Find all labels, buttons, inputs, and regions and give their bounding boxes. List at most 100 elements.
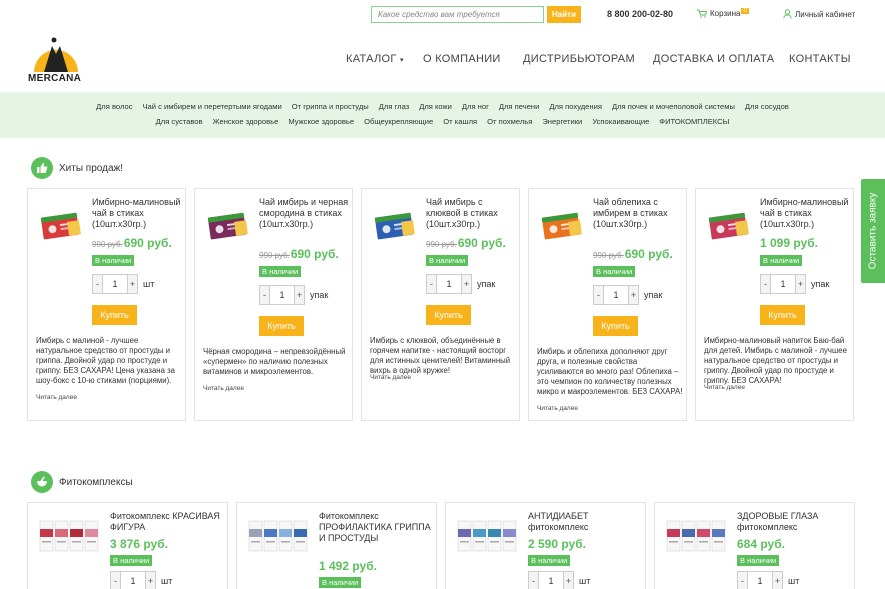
product-name[interactable]: Имбирно-малиновый чай в стиках (10шт.x30… [92,197,182,230]
category-link[interactable]: Для похудения [544,102,607,111]
category-link[interactable]: Для кожи [414,102,457,111]
quantity-value[interactable]: 1 [748,571,772,589]
product-image-wrapper[interactable] [36,515,102,555]
quantity-stepper[interactable]: -1 + упак [760,274,829,294]
category-link[interactable]: Для суставов [151,117,208,126]
product-image[interactable] [372,207,418,243]
nav-contacts[interactable]: КОНТАКТЫ [789,53,851,65]
search-input[interactable] [371,6,544,23]
quantity-decrease-button[interactable]: - [92,274,103,294]
account-link[interactable]: Личный кабинет [783,9,855,19]
category-link[interactable]: ФИТОКОМПЛЕКСЫ [654,117,734,126]
category-link[interactable]: Для глаз [374,102,414,111]
product-image[interactable] [36,515,102,555]
quantity-increase-button[interactable]: + [127,274,138,294]
product-image-wrapper[interactable] [205,207,251,243]
category-link[interactable]: Энергетики [537,117,587,126]
read-more-link[interactable]: Читать далее [704,384,745,391]
quantity-decrease-button[interactable]: - [737,571,748,589]
product-image[interactable] [454,515,520,555]
quantity-stepper[interactable]: -1 + шт [110,571,172,589]
product-image-wrapper[interactable] [372,207,418,243]
quantity-increase-button[interactable]: + [145,571,156,589]
product-name[interactable]: АНТИДИАБЕТ фитокомплекс [528,511,640,533]
product-image[interactable] [38,207,84,243]
category-link[interactable]: Мужское здоровье [283,117,359,126]
buy-button[interactable]: Купить [760,305,805,325]
quantity-value[interactable]: 1 [771,274,795,294]
category-link[interactable]: Чай с имбирем и перетертыми ягодами [138,102,287,111]
product-image[interactable] [205,207,251,243]
category-link[interactable]: Женское здоровье [208,117,284,126]
quantity-increase-button[interactable]: + [461,274,472,294]
quantity-stepper[interactable]: -1 + упак [259,285,328,305]
phyto-card[interactable]: АНТИДИАБЕТ фитокомплекс 2 590 руб. В налич… [445,502,646,589]
product-name[interactable]: Чай облепиха с имбирем в стиках (10шт.x3… [593,197,683,230]
phyto-card[interactable]: ЗДОРОВЫЕ ГЛАЗА фитокомплекс 684 руб. В нал… [654,502,855,589]
category-link[interactable]: Для печени [494,102,545,111]
product-name[interactable]: Фитокомплекс ПРОФИЛАКТИКА ГРИППА И ПРОСТ… [319,511,431,544]
product-card[interactable]: Чай имбирь с клюквой в стиках (10шт.x30г… [361,188,520,421]
cart-link[interactable]: Корзина 0 [697,7,749,18]
quantity-decrease-button[interactable]: - [426,274,437,294]
quantity-increase-button[interactable]: + [772,571,783,589]
product-name[interactable]: Фитокомплекс КРАСИВАЯ ФИГУРА [110,511,222,533]
read-more-link[interactable]: Читать далее [537,405,578,412]
quantity-decrease-button[interactable]: - [259,285,270,305]
nav-catalog[interactable]: КАТАЛОГ ▾ [346,53,404,65]
category-link[interactable]: От кашля [438,117,482,126]
quantity-decrease-button[interactable]: - [110,571,121,589]
category-link[interactable]: Для сосудов [740,102,794,111]
product-name[interactable]: Имбирно-малиновый чай в стиках (10шт.x30… [760,197,850,230]
leave-request-tab[interactable]: Оставить заявку [861,179,885,283]
phyto-card[interactable]: Фитокомплекс ПРОФИЛАКТИКА ГРИППА И ПРОСТ… [236,502,437,589]
read-more-link[interactable]: Читать далее [370,374,411,381]
product-image-wrapper[interactable] [38,207,84,243]
product-image-wrapper[interactable] [706,207,752,243]
buy-button[interactable]: Купить [593,316,638,336]
product-image[interactable] [706,207,752,243]
product-name[interactable]: Чай имбирь с клюквой в стиках (10шт.x30г… [426,197,516,230]
buy-button[interactable]: Купить [259,316,304,336]
quantity-increase-button[interactable]: + [563,571,574,589]
quantity-stepper[interactable]: -1 + шт [528,571,590,589]
phyto-card[interactable]: Фитокомплекс КРАСИВАЯ ФИГУРА 3 876 руб. В … [27,502,228,589]
read-more-link[interactable]: Читать далее [203,385,244,392]
quantity-value[interactable]: 1 [604,285,628,305]
quantity-value[interactable]: 1 [121,571,145,589]
quantity-decrease-button[interactable]: - [593,285,604,305]
product-name[interactable]: ЗДОРОВЫЕ ГЛАЗА фитокомплекс [737,511,849,533]
nav-delivery[interactable]: ДОСТАВКА И ОПЛАТА [653,53,774,65]
product-card[interactable]: Чай облепиха с имбирем в стиках (10шт.x3… [528,188,687,421]
quantity-stepper[interactable]: -1 + упак [426,274,495,294]
quantity-value[interactable]: 1 [270,285,294,305]
product-image-wrapper[interactable] [454,515,520,555]
product-name[interactable]: Чай имбирь и черная смородина в стиках (… [259,197,349,230]
quantity-stepper[interactable]: -1 + упак [593,285,662,305]
product-image-wrapper[interactable] [539,207,585,243]
category-link[interactable]: Успокаивающие [587,117,654,126]
category-link[interactable]: Общеукрепляющие [359,117,438,126]
nav-distributors[interactable]: ДИСТРИБЬЮТОРАМ [523,53,635,65]
phone-number[interactable]: 8 800 200-02-80 [607,9,673,19]
read-more-link[interactable]: Читать далее [36,394,77,401]
search-button[interactable]: Найти [547,6,581,23]
category-link[interactable]: От похмелья [482,117,537,126]
quantity-increase-button[interactable]: + [795,274,806,294]
buy-button[interactable]: Купить [92,305,137,325]
quantity-increase-button[interactable]: + [628,285,639,305]
quantity-decrease-button[interactable]: - [760,274,771,294]
product-image-wrapper[interactable] [663,515,729,555]
quantity-value[interactable]: 1 [103,274,127,294]
category-link[interactable]: Для ног [457,102,494,111]
nav-about[interactable]: О КОМПАНИИ [423,53,501,65]
product-card[interactable]: Имбирно-малиновый чай в стиках (10шт.x30… [695,188,854,421]
category-link[interactable]: От гриппа и простуды [287,102,374,111]
quantity-stepper[interactable]: -1 + шт [92,274,154,294]
product-image[interactable] [245,515,311,555]
product-card[interactable]: Чай имбирь и черная смородина в стиках (… [194,188,353,421]
quantity-value[interactable]: 1 [539,571,563,589]
category-link[interactable]: Для почек и мочеполовой системы [607,102,740,111]
quantity-increase-button[interactable]: + [294,285,305,305]
product-image[interactable] [663,515,729,555]
